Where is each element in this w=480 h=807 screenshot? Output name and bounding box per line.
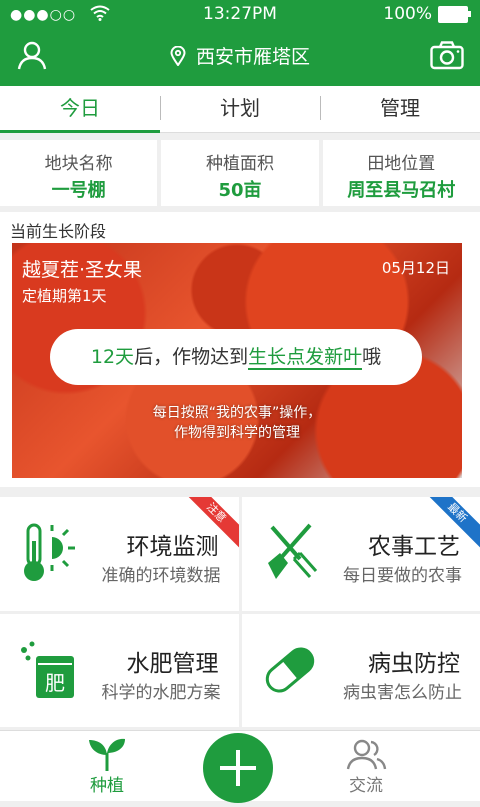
countdown-suffix: 哦 [362, 346, 381, 368]
card-subtitle: 每日要做的农事 [343, 561, 462, 586]
plot-area-label: 种植面积 [161, 149, 318, 174]
tab-bar: 今日 计划 管理 [0, 86, 480, 133]
environment-monitor-card[interactable]: 环境监测 准确的环境数据 注意 [0, 497, 239, 611]
top-bar: ●●●○○ 13:27PM 100% 西安市雁塔区 [0, 0, 480, 86]
plot-location-cell: 田地位置 周至县马召村 [323, 140, 480, 206]
card-title: 水肥管理 [127, 644, 219, 678]
location-label: 西安市雁塔区 [196, 46, 310, 68]
section-title: 当前生长阶段 [10, 218, 106, 242]
nav-community-label: 交流 [326, 771, 406, 796]
plot-location-label: 田地位置 [323, 149, 480, 174]
nav-community[interactable]: 交流 [326, 737, 406, 796]
capsule-icon [260, 636, 320, 702]
growth-stage-banner[interactable]: 越夏茬·圣女果 05月12日 定植期第1天 12天后，作物达到生长点发新叶哦 每… [12, 243, 462, 478]
status-bar: ●●●○○ 13:27PM 100% [0, 0, 480, 30]
battery-indicator: 100% [383, 4, 468, 24]
sprout-icon [87, 737, 127, 771]
countdown-text: 后，作物达到 [134, 346, 248, 368]
tab-manage[interactable]: 管理 [320, 86, 480, 132]
card-subtitle: 准确的环境数据 [102, 561, 221, 586]
card-title: 病虫防控 [368, 644, 460, 678]
stage-period: 定植期第1天 [22, 285, 107, 306]
stage-date: 05月12日 [382, 257, 450, 278]
nav-planting[interactable]: 种植 [67, 737, 147, 796]
nav-planting-label: 种植 [67, 771, 147, 796]
plot-name-value: 一号棚 [0, 176, 157, 202]
battery-percent: 100% [383, 4, 432, 24]
shovel-fork-icon [260, 519, 320, 585]
battery-icon [438, 6, 468, 23]
card-title: 环境监测 [127, 527, 219, 561]
fertilizer-char: 肥 [45, 671, 65, 695]
farming-process-card[interactable]: 农事工艺 每日要做的农事 最新 [242, 497, 480, 611]
card-subtitle: 科学的水肥方案 [102, 678, 221, 703]
add-button[interactable] [203, 733, 273, 803]
fertilizer-bag-icon: 肥 [18, 636, 78, 702]
stage-note: 每日按照“我的农事”操作， 作物得到科学的管理 [12, 403, 462, 443]
fertilizer-management-card[interactable]: 肥 水肥管理 科学的水肥方案 [0, 614, 239, 728]
plot-area-value: 50亩 [161, 176, 318, 202]
crop-name: 越夏茬·圣女果 [22, 255, 142, 282]
plot-info: 地块名称 一号棚 种植面积 50亩 田地位置 周至县马召村 [0, 140, 480, 206]
pest-control-card[interactable]: 病虫防控 病虫害怎么防止 [242, 614, 480, 728]
plot-area-cell: 种植面积 50亩 [161, 140, 318, 206]
tab-plan[interactable]: 计划 [160, 86, 320, 132]
community-icon [344, 737, 388, 771]
tab-today[interactable]: 今日 [0, 86, 160, 132]
bottom-nav: 种植 交流 [0, 730, 480, 801]
card-title: 农事工艺 [368, 527, 460, 561]
stage-note-line1: 每日按照“我的农事”操作， [12, 403, 462, 423]
growth-stage-section: 当前生长阶段 越夏茬·圣女果 05月12日 定植期第1天 12天后，作物达到生长… [0, 212, 480, 487]
camera-icon[interactable] [430, 40, 464, 70]
plot-name-cell: 地块名称 一号棚 [0, 140, 157, 206]
thermometer-sun-icon [18, 519, 78, 585]
plot-name-label: 地块名称 [0, 149, 157, 174]
stage-countdown-bubble: 12天后，作物达到生长点发新叶哦 [50, 329, 422, 385]
plus-icon [203, 733, 273, 803]
location-selector[interactable]: 西安市雁塔区 [0, 42, 480, 69]
countdown-days: 12天 [91, 346, 134, 368]
nav-bar: 西安市雁塔区 [0, 30, 480, 86]
target-stage-link[interactable]: 生长点发新叶 [248, 346, 362, 370]
stage-note-line2: 作物得到科学的管理 [12, 423, 462, 443]
plot-location-value: 周至县马召村 [323, 176, 480, 202]
feature-grid: 环境监测 准确的环境数据 注意 农事工艺 每日要做的农事 最新 肥 水肥管理 科… [0, 497, 480, 727]
card-subtitle: 病虫害怎么防止 [343, 678, 462, 703]
location-pin-icon [170, 46, 186, 66]
